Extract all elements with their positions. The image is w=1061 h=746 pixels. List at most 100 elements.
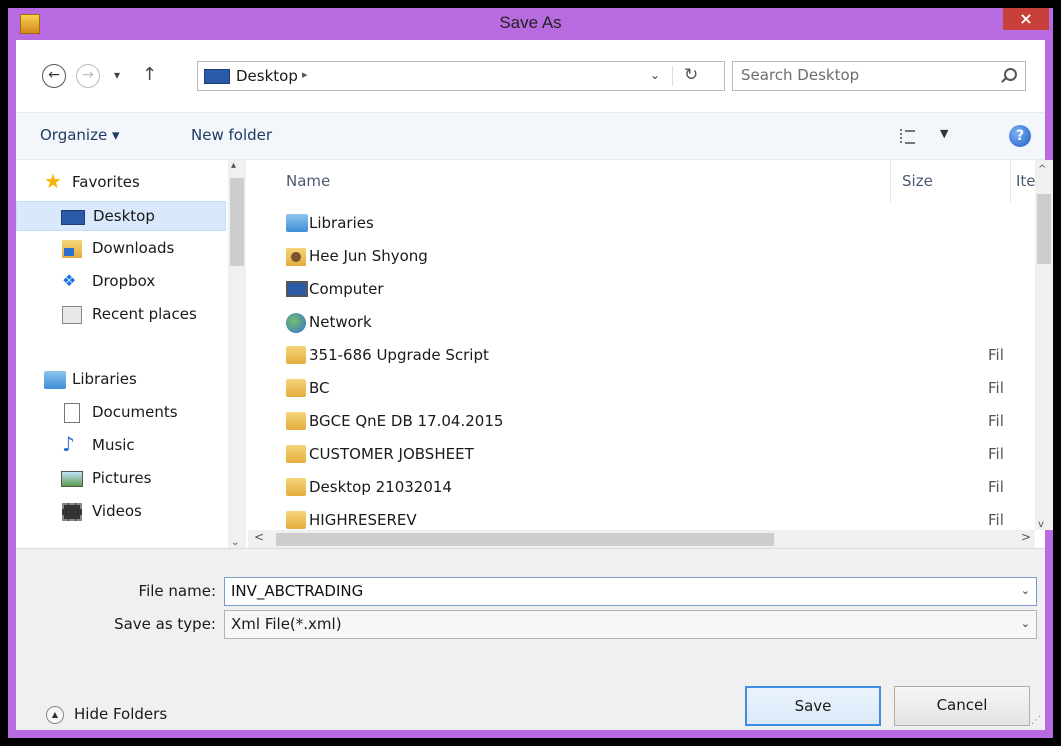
dialog-body: ← → ▾ ↑ Desktop ▸ ⌄ ↻ Organize ▾ New fol…	[16, 40, 1053, 730]
desktop-icon	[61, 210, 85, 225]
file-type: Fil	[988, 379, 1004, 397]
cancel-button[interactable]: Cancel	[894, 686, 1030, 726]
libraries-icon	[286, 214, 308, 232]
file-name-input[interactable]	[231, 582, 1011, 600]
folder-icon	[286, 511, 306, 529]
videos-icon	[62, 503, 82, 521]
scrollbar-thumb[interactable]	[230, 178, 244, 266]
chevron-down-icon[interactable]: ⌄	[1021, 617, 1030, 630]
divider	[672, 66, 673, 86]
new-folder-button[interactable]: New folder	[191, 126, 272, 144]
file-name: Libraries	[309, 214, 374, 232]
refresh-icon[interactable]: ↻	[684, 65, 698, 85]
breadcrumb-separator-icon[interactable]: ▸	[302, 68, 308, 81]
search-icon[interactable]	[1004, 68, 1017, 81]
file-name: HIGHRESEREV	[309, 511, 417, 529]
command-bar: Organize ▾ New folder ▼ ?	[16, 112, 1045, 160]
column-divider[interactable]	[1010, 160, 1011, 202]
search-input[interactable]	[741, 66, 981, 84]
nav-item-favorites[interactable]: ★ Favorites	[16, 168, 226, 198]
file-type: Fil	[988, 412, 1004, 430]
hide-folders-label: Hide Folders	[74, 705, 168, 723]
save-as-type-select[interactable]: Xml File(*.xml) ⌄	[224, 610, 1037, 639]
nav-item-label: Downloads	[92, 239, 175, 257]
views-dropdown-icon[interactable]: ▼	[940, 127, 948, 140]
address-location[interactable]: Desktop	[236, 67, 298, 85]
desktop-icon	[204, 69, 230, 84]
nav-item-documents[interactable]: Documents	[16, 398, 226, 428]
column-size[interactable]: Size	[902, 172, 933, 190]
list-item[interactable]: 351-686 Upgrade Script Fil	[248, 340, 1028, 372]
nav-item-label: Desktop	[93, 207, 155, 225]
scrollbar-thumb[interactable]	[276, 533, 774, 546]
forward-button[interactable]: →	[76, 64, 100, 88]
column-name[interactable]: Name	[286, 172, 330, 190]
file-type: Fil	[988, 478, 1004, 496]
star-icon: ★	[44, 169, 62, 193]
chevron-down-icon[interactable]: ⌄	[1021, 584, 1030, 597]
column-divider[interactable]	[890, 160, 891, 202]
list-item[interactable]: BC Fil	[248, 373, 1028, 405]
nav-item-downloads[interactable]: Downloads	[16, 234, 226, 264]
downloads-icon	[62, 240, 82, 258]
views-icon[interactable]	[900, 129, 916, 144]
hide-folders-button[interactable]: ▲ Hide Folders	[46, 704, 196, 728]
nav-item-libraries[interactable]: Libraries	[16, 365, 226, 395]
save-button[interactable]: Save	[745, 686, 881, 726]
list-item[interactable]: Libraries	[248, 208, 1028, 240]
file-list: Name Size Ite Libraries Hee Jun Shyong C…	[248, 160, 1045, 548]
nav-item-recent-places[interactable]: Recent places	[16, 300, 226, 330]
help-icon[interactable]: ?	[1009, 125, 1031, 147]
list-item[interactable]: Desktop 21032014 Fil	[248, 472, 1028, 504]
scroll-down-icon[interactable]: ⌄	[231, 537, 239, 548]
resize-grip-icon[interactable]: ⋰	[1031, 715, 1041, 726]
scroll-up-icon[interactable]: ^	[1038, 164, 1046, 175]
column-item-type[interactable]: Ite	[1016, 172, 1036, 190]
file-name: Desktop 21032014	[309, 478, 452, 496]
file-list-vertical-scrollbar[interactable]: ^ v	[1035, 160, 1053, 530]
network-icon	[286, 313, 306, 333]
address-bar[interactable]: Desktop ▸ ⌄ ↻	[197, 61, 725, 91]
file-name-combobox[interactable]: ⌄	[224, 577, 1037, 606]
list-item[interactable]: Network	[248, 307, 1028, 339]
list-item[interactable]: Computer	[248, 274, 1028, 306]
back-button[interactable]: ←	[42, 64, 66, 88]
nav-item-pictures[interactable]: Pictures	[16, 464, 226, 494]
file-name: Hee Jun Shyong	[309, 247, 428, 265]
nav-item-label: Pictures	[92, 469, 152, 487]
file-list-horizontal-scrollbar[interactable]: < >	[248, 530, 1035, 548]
save-form: File name: ⌄ Save as type: Xml File(*.xm…	[16, 548, 1045, 730]
libraries-icon	[44, 371, 66, 389]
scrollbar-thumb[interactable]	[1037, 194, 1051, 264]
list-item[interactable]: Hee Jun Shyong	[248, 241, 1028, 273]
folder-icon	[286, 412, 306, 430]
recent-locations-icon[interactable]: ▾	[114, 68, 120, 82]
column-header: Name Size Ite	[248, 160, 1045, 202]
scroll-up-icon[interactable]: ▴	[231, 160, 236, 171]
nav-item-label: Music	[92, 436, 135, 454]
nav-item-music[interactable]: ♪ Music	[16, 431, 226, 461]
chevron-up-icon: ▲	[46, 706, 64, 724]
nav-pane-scrollbar[interactable]: ▴ ⌄	[228, 160, 246, 548]
list-item[interactable]: CUSTOMER JOBSHEET Fil	[248, 439, 1028, 471]
list-item[interactable]: BGCE QnE DB 17.04.2015 Fil	[248, 406, 1028, 438]
nav-item-label: Libraries	[72, 370, 137, 388]
save-as-type-label: Save as type:	[114, 615, 216, 633]
nav-item-dropbox[interactable]: ❖ Dropbox	[16, 267, 226, 297]
nav-item-desktop[interactable]: Desktop	[16, 201, 226, 231]
search-box[interactable]	[732, 61, 1026, 91]
scroll-left-icon[interactable]: <	[254, 530, 264, 544]
folder-icon	[286, 445, 306, 463]
organize-button[interactable]: Organize ▾	[40, 126, 120, 144]
chevron-down-icon[interactable]: ⌄	[650, 68, 660, 82]
scroll-down-icon[interactable]: v	[1038, 519, 1044, 530]
file-name: BC	[309, 379, 330, 397]
scroll-right-icon[interactable]: >	[1021, 530, 1031, 544]
nav-item-videos[interactable]: Videos	[16, 497, 226, 527]
up-arrow-icon[interactable]: ↑	[142, 64, 157, 85]
file-name: Network	[309, 313, 372, 331]
close-button[interactable]: ×	[1003, 8, 1049, 30]
file-name: CUSTOMER JOBSHEET	[309, 445, 474, 463]
file-name: BGCE QnE DB 17.04.2015	[309, 412, 504, 430]
title-bar[interactable]: Save As ×	[8, 8, 1053, 40]
